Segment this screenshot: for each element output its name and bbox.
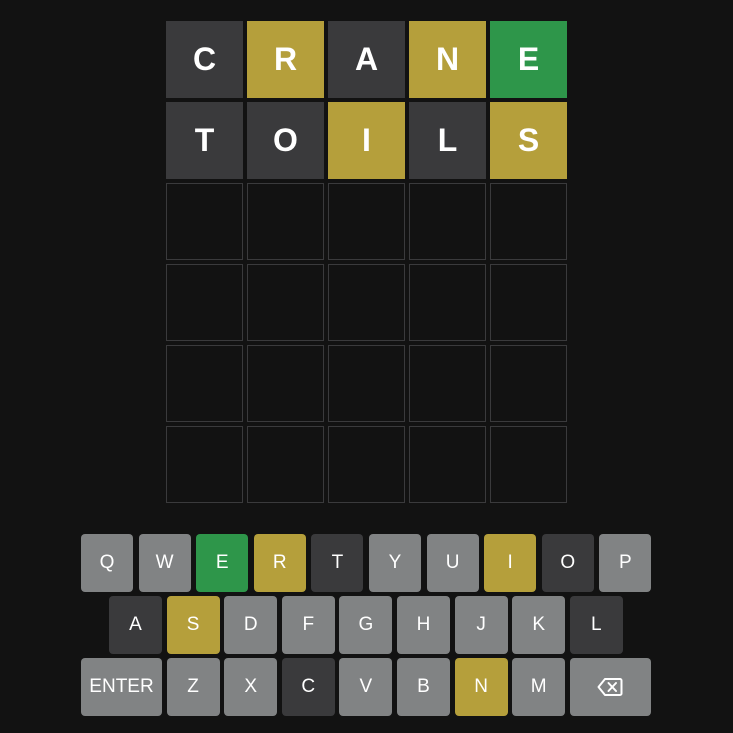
board-tile [247,426,324,503]
keyboard-row-2: ASDFGHJKL [0,596,733,654]
board-tile [166,264,243,341]
board-tile [409,264,486,341]
board-tile: O [247,102,324,179]
enter-key[interactable]: ENTER [81,658,162,716]
board-tile [328,345,405,422]
key-o[interactable]: O [541,534,594,592]
on-screen-keyboard: QWERTYUIOP ASDFGHJKL ENTER Z X C V B N M [0,534,733,720]
backspace-icon [597,677,623,697]
board-tile: N [409,21,486,98]
key-r[interactable]: R [253,534,306,592]
key-u[interactable]: U [426,534,479,592]
key-f[interactable]: F [281,596,335,654]
key-k[interactable]: K [512,596,566,654]
key-c[interactable]: C [281,658,335,716]
board-tile [328,183,405,260]
board-tile: L [409,102,486,179]
board-tile: S [490,102,567,179]
key-v[interactable]: V [339,658,393,716]
game-board: CRANE TOILS [166,21,567,503]
keyboard-row-1: QWERTYUIOP [0,534,733,592]
board-tile: T [166,102,243,179]
key-h[interactable]: H [397,596,450,654]
key-q[interactable]: Q [81,534,133,592]
board-tile: I [328,102,405,179]
board-tile [166,426,243,503]
key-e[interactable]: E [196,534,249,592]
board-tile [328,264,405,341]
key-n[interactable]: N [454,658,508,716]
key-g[interactable]: G [339,596,393,654]
key-x[interactable]: X [224,658,278,716]
key-t[interactable]: T [311,534,364,592]
board-tile [490,345,567,422]
board-tile [490,426,567,503]
board-tile [490,183,567,260]
board-tile: E [490,21,567,98]
backspace-key[interactable] [569,658,651,716]
board-tile [166,345,243,422]
board-tile [166,183,243,260]
key-i[interactable]: I [484,534,537,592]
key-m[interactable]: M [512,658,566,716]
board-tile [409,426,486,503]
key-j[interactable]: J [454,596,508,654]
board-tile [409,345,486,422]
keyboard-row-3: ENTER Z X C V B N M [0,658,733,716]
key-d[interactable]: D [224,596,278,654]
board-tile [328,426,405,503]
key-z[interactable]: Z [166,658,220,716]
key-a[interactable]: A [109,596,162,654]
board-tile [247,183,324,260]
key-w[interactable]: W [138,534,191,592]
board-tile: A [328,21,405,98]
wordle-game: CRANETOILS QWERTYUIOP ASDFGHJKL ENTER Z X C… [0,0,733,733]
key-l[interactable]: L [569,596,623,654]
board-tile: C [166,21,243,98]
key-y[interactable]: Y [369,534,421,592]
board-tile [409,183,486,260]
key-b[interactable]: B [397,658,450,716]
board-tile [247,345,324,422]
key-s[interactable]: S [166,596,220,654]
key-p[interactable]: P [599,534,652,592]
board-tile [247,264,324,341]
board-tile [490,264,567,341]
board-tile: R [247,21,324,98]
